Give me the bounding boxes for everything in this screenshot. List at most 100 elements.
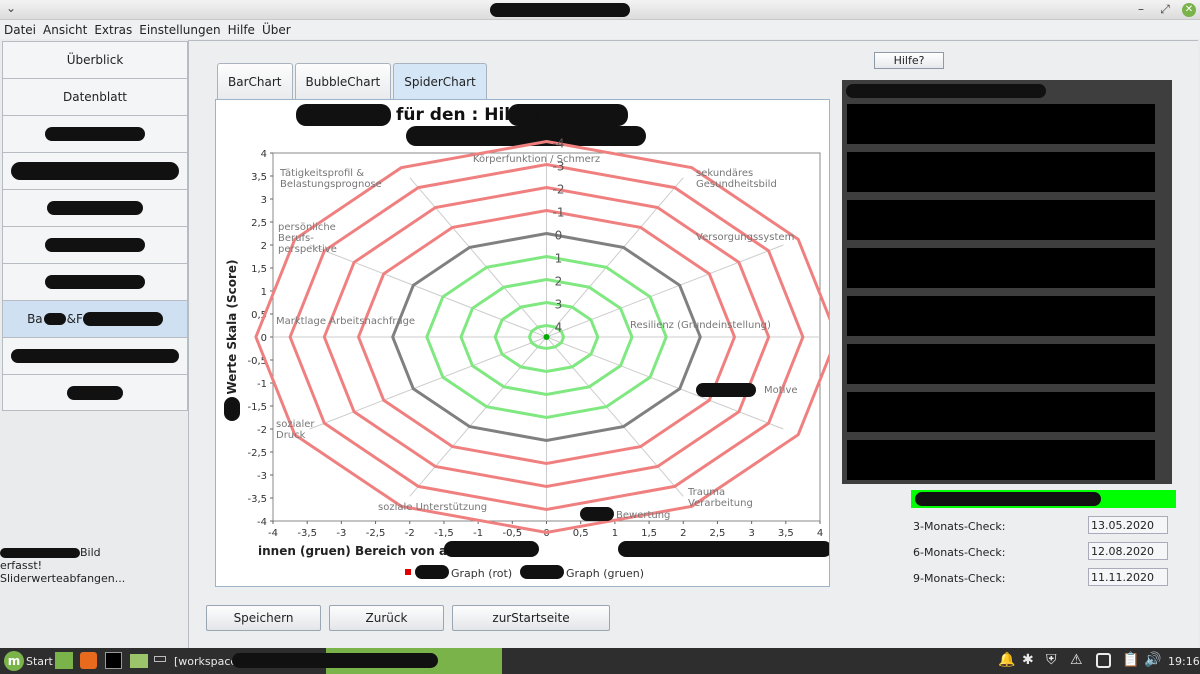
redacted-box xyxy=(847,104,1155,144)
firefox-icon[interactable] xyxy=(80,652,97,669)
y-tick-label: -4 xyxy=(257,517,267,528)
show-desktop-icon[interactable] xyxy=(55,652,73,669)
y-tick-label: -2 xyxy=(257,425,267,436)
sidebar-item-datenblatt[interactable]: Datenblatt xyxy=(2,78,188,115)
sidebar-item-label: Überblick xyxy=(66,53,124,67)
radar-axis-label: Berufs- xyxy=(278,233,314,244)
redacted-legend-part xyxy=(520,565,564,579)
window-menu-icon[interactable]: ⌄ xyxy=(6,1,16,15)
close-icon[interactable]: ✕ xyxy=(1182,3,1196,17)
check-6-date[interactable]: 12.08.2020 xyxy=(1088,542,1168,560)
home-button[interactable]: zurStartseite xyxy=(452,605,610,631)
taskbar-window-label[interactable]: [workspace xyxy=(174,655,237,668)
y-tick-label: 2,5 xyxy=(251,218,267,229)
warning-icon[interactable]: ⚠ xyxy=(1070,652,1083,668)
sidebar-item-7[interactable] xyxy=(2,263,188,300)
shield-icon[interactable]: ⛨ xyxy=(1046,652,1057,668)
y-axis-label: Werte Skala (Score) xyxy=(225,259,239,394)
mint-menu-icon[interactable]: m xyxy=(4,651,24,671)
redacted-text xyxy=(0,548,80,558)
radar-axis-label: Gesundheitsbild xyxy=(696,179,777,190)
status-line: Sliderwerteabfangen... xyxy=(0,572,126,585)
save-button[interactable]: Speichern xyxy=(206,605,321,631)
radar-axis-label: Druck xyxy=(276,430,306,441)
tab-barchart[interactable]: BarChart xyxy=(217,63,293,100)
sidebar-item-4[interactable] xyxy=(2,152,188,189)
menu-datei[interactable]: Datei xyxy=(4,23,36,37)
redacted-window-title xyxy=(232,653,438,668)
radar-axis-label: sekundäres xyxy=(696,168,753,179)
tab-spiderchart[interactable]: SpiderChart xyxy=(393,63,487,100)
tab-bubblechart[interactable]: BubbleChart xyxy=(294,63,392,100)
sidebar-item-label: &F xyxy=(66,312,83,326)
radar-axis-label: Belastungsprognose xyxy=(280,179,382,190)
radar-axis-label: Tätigkeitsprofil & xyxy=(279,168,364,179)
x-tick-label: 2,5 xyxy=(709,528,725,539)
volume-icon[interactable]: 🔊 xyxy=(1144,652,1161,668)
sidebar-item-active[interactable]: Ba &F xyxy=(2,300,188,337)
sidebar: Überblick Datenblatt Ba &F xyxy=(2,41,188,411)
help-button[interactable]: Hilfe? xyxy=(874,52,944,69)
redacted-info-panel xyxy=(842,80,1172,484)
menu-ueber[interactable]: Über xyxy=(262,23,291,37)
y-tick-label: -3 xyxy=(257,471,267,482)
radar-axis-label: Bewertung xyxy=(616,510,670,521)
redacted-box xyxy=(847,200,1155,240)
terminal-icon[interactable] xyxy=(105,652,122,669)
x-tick-label: -2,5 xyxy=(366,528,386,539)
redacted-label xyxy=(45,127,145,141)
radial-tick-label: 4 xyxy=(555,321,563,335)
menu-bar: Datei Ansicht Extras Einstellungen Hilfe… xyxy=(0,20,1200,39)
x-tick-label: 3 xyxy=(748,528,754,539)
redacted-xlabel-part xyxy=(444,541,539,557)
sidebar-item-5[interactable] xyxy=(2,189,188,226)
clipboard-icon[interactable]: 📋 xyxy=(1122,652,1139,668)
check-3-date[interactable]: 13.05.2020 xyxy=(1088,516,1168,534)
data-point-green xyxy=(543,334,550,340)
back-button[interactable]: Zurück xyxy=(329,605,444,631)
notification-icon[interactable]: 🔔 xyxy=(998,652,1015,668)
sidebar-item-10[interactable] xyxy=(2,374,188,411)
y-tick-label: 1 xyxy=(261,287,267,298)
redacted-label xyxy=(45,238,145,252)
sidebar-item-6[interactable] xyxy=(2,226,188,263)
taskbar: m Start [workspace 🔔 ✱ ⛨ ⚠ 📋 🔊 19:16 xyxy=(0,648,1200,674)
sidebar-item-3[interactable] xyxy=(2,115,188,152)
files-icon[interactable] xyxy=(130,654,148,668)
legend-label: Graph (rot) xyxy=(451,567,512,580)
radar-axis-label: persönliche xyxy=(278,222,336,233)
radar-axis-label: perspektive xyxy=(278,244,337,255)
sidebar-item-label: Datenblatt xyxy=(62,90,127,104)
redacted-box xyxy=(847,344,1155,384)
maximize-icon[interactable]: ⤢ xyxy=(1158,2,1172,17)
start-label[interactable]: Start xyxy=(26,655,53,668)
x-tick-label: -2 xyxy=(405,528,415,539)
menu-extras[interactable]: Extras xyxy=(94,23,132,37)
sidebar-item-ueberblick[interactable]: Überblick xyxy=(2,41,188,78)
check-9-date[interactable]: 11.11.2020 xyxy=(1088,568,1168,586)
x-tick-label: 1,5 xyxy=(641,528,657,539)
check-3-label: 3-Monats-Check: xyxy=(913,520,1006,533)
radial-tick-label: -4 xyxy=(553,137,565,151)
y-tick-label: -1,5 xyxy=(247,402,267,413)
menu-ansicht[interactable]: Ansicht xyxy=(43,23,87,37)
status-line: erfasst! xyxy=(0,559,43,572)
y-tick-label: 0 xyxy=(261,333,267,344)
minimize-icon[interactable]: – xyxy=(1134,2,1148,16)
bluetooth-icon[interactable]: ✱ xyxy=(1022,652,1034,668)
redacted-label xyxy=(45,275,145,289)
x-tick-label: -4 xyxy=(268,528,278,539)
x-tick-label: 1 xyxy=(612,528,618,539)
window-list-icon[interactable] xyxy=(1096,653,1111,668)
menu-hilfe[interactable]: Hilfe xyxy=(228,23,255,37)
menu-einstellungen[interactable]: Einstellungen xyxy=(139,23,220,37)
redacted-box xyxy=(847,248,1155,288)
redacted-label xyxy=(11,349,179,363)
sidebar-item-9[interactable] xyxy=(2,337,188,374)
redacted-title-part xyxy=(296,104,391,126)
y-tick-label: 4 xyxy=(261,149,267,160)
x-tick-label: -1 xyxy=(473,528,483,539)
y-tick-label: 3 xyxy=(261,195,267,206)
radar-axis-label: soziale Unterstützung xyxy=(378,502,487,513)
radar-axis-label: Verarbeitung xyxy=(688,498,753,509)
